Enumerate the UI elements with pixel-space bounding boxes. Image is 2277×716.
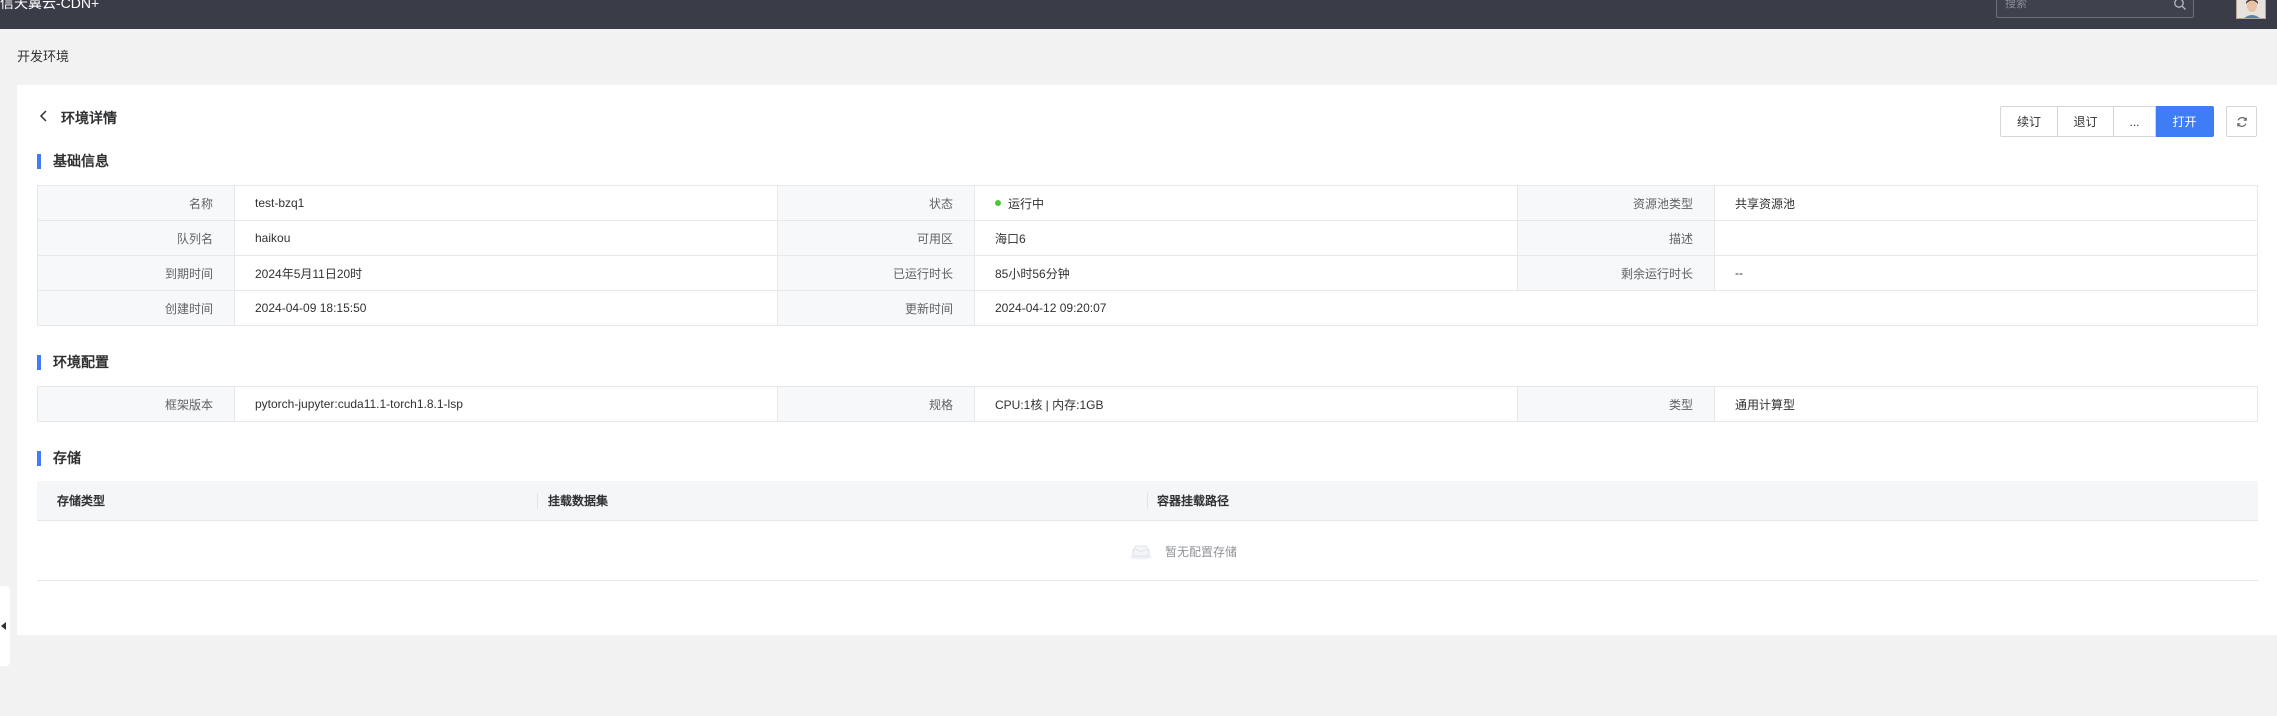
table-row: 到期时间 2024年5月11日20时 已运行时长 85小时56分钟 剩余运行时长… <box>37 255 2258 291</box>
field-label: 创建时间 <box>37 290 235 326</box>
field-label: 状态 <box>777 185 975 221</box>
field-value: 2024-04-12 09:20:07 <box>974 290 2258 326</box>
search-icon[interactable] <box>2173 0 2187 11</box>
action-button-group: 续订 退订 ... 打开 <box>2000 106 2214 137</box>
page-title: 开发环境 <box>17 49 70 64</box>
field-value: 2024年5月11日20时 <box>234 255 778 291</box>
search-input[interactable]: 搜索 <box>1996 0 2194 18</box>
section-title-text: 环境配置 <box>53 354 109 370</box>
field-value: CPU:1核 | 内存:1GB <box>974 386 1518 422</box>
field-label: 框架版本 <box>37 386 235 422</box>
field-label: 描述 <box>1517 220 1715 256</box>
basic-info-table: 名称 test-bzq1 状态 运行中 资源池类型 共享资源池 队列名 haik… <box>37 185 2258 326</box>
status-badge: 运行中 <box>1008 196 1045 211</box>
field-label: 剩余运行时长 <box>1517 255 1715 291</box>
field-value: 通用计算型 <box>1714 386 2258 422</box>
section-storage: 存储 <box>37 448 81 468</box>
column-header: 容器挂载路径 <box>1157 494 1230 508</box>
column-divider <box>1147 493 1148 509</box>
column-header: 存储类型 <box>57 494 106 508</box>
field-label: 队列名 <box>37 220 235 256</box>
open-button[interactable]: 打开 <box>2156 106 2214 137</box>
section-title-text: 基础信息 <box>53 153 109 169</box>
unsubscribe-button[interactable]: 退订 <box>2058 106 2114 137</box>
status-dot-icon <box>995 200 1001 207</box>
field-label: 资源池类型 <box>1517 185 1715 221</box>
field-value: 海口6 <box>974 220 1518 256</box>
table-row: 名称 test-bzq1 状态 运行中 资源池类型 共享资源池 <box>37 185 2258 221</box>
field-value <box>1714 220 2258 256</box>
field-value: 85小时56分钟 <box>974 255 1518 291</box>
empty-box-icon <box>1130 545 1152 559</box>
field-value: 共享资源池 <box>1714 185 2258 221</box>
top-navigation-bar: 信天翼云-CDN+ 搜索 <box>0 0 2277 29</box>
field-label: 规格 <box>777 386 975 422</box>
table-row: 创建时间 2024-04-09 18:15:50 更新时间 2024-04-12… <box>37 290 2258 326</box>
field-label: 类型 <box>1517 386 1715 422</box>
field-label: 可用区 <box>777 220 975 256</box>
storage-empty-row: 暂无配置存储 <box>37 521 2258 581</box>
field-label: 到期时间 <box>37 255 235 291</box>
column-divider <box>537 493 538 509</box>
field-label: 更新时间 <box>777 290 975 326</box>
detail-title: 环境详情 <box>61 110 117 126</box>
refresh-button[interactable] <box>2226 106 2257 137</box>
back-arrow-icon[interactable] <box>37 107 51 125</box>
status-cell: 运行中 <box>974 185 1518 221</box>
storage-table-header: 存储类型 挂载数据集 容器挂载路径 <box>37 481 2258 521</box>
column-header: 挂载数据集 <box>548 494 609 508</box>
field-value: test-bzq1 <box>234 185 778 221</box>
field-value: 2024-04-09 18:15:50 <box>234 290 778 326</box>
empty-state: 暂无配置存储 <box>1129 543 1237 560</box>
renew-button[interactable]: 续订 <box>2000 106 2058 137</box>
empty-state-text: 暂无配置存储 <box>1165 545 1238 559</box>
table-row: 框架版本 pytorch-jupyter:cuda11.1-torch1.8.1… <box>37 386 2258 422</box>
section-accent-bar <box>37 450 41 466</box>
more-button[interactable]: ... <box>2114 106 2156 137</box>
avatar-icon <box>2237 0 2265 18</box>
field-value: pytorch-jupyter:cuda11.1-torch1.8.1-lsp <box>234 386 778 422</box>
field-label: 已运行时长 <box>777 255 975 291</box>
search-placeholder: 搜索 <box>2005 0 2027 10</box>
section-accent-bar <box>37 153 41 169</box>
field-value: haikou <box>234 220 778 256</box>
field-label: 名称 <box>37 185 235 221</box>
section-env-config: 环境配置 <box>37 352 109 372</box>
table-row: 队列名 haikou 可用区 海口6 描述 <box>37 220 2258 256</box>
section-accent-bar <box>37 354 41 370</box>
brand-title[interactable]: 信天翼云-CDN+ <box>0 0 99 10</box>
env-config-table: 框架版本 pytorch-jupyter:cuda11.1-torch1.8.1… <box>37 386 2258 422</box>
field-value: -- <box>1714 255 2258 291</box>
refresh-icon <box>2236 116 2247 127</box>
collapse-arrow-icon[interactable] <box>1 622 6 630</box>
section-title-text: 存储 <box>53 450 81 466</box>
user-avatar[interactable] <box>2236 0 2266 19</box>
section-basic-info: 基础信息 <box>37 151 109 171</box>
